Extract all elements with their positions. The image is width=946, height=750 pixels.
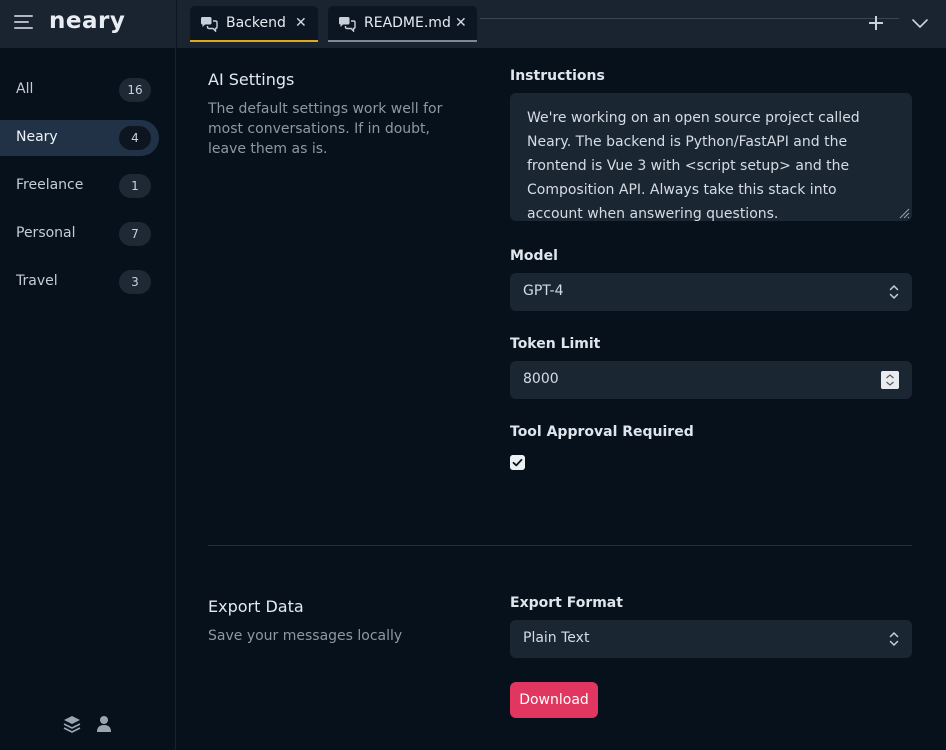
section-divider (208, 545, 912, 546)
instructions-textarea[interactable]: We're working on an open source project … (510, 93, 912, 222)
tab-label: Backend (226, 15, 286, 31)
top-bar: neary Backend ✕ README.md ✕ (0, 0, 946, 48)
export-format-label: Export Format (510, 595, 623, 611)
select-arrows-icon (889, 631, 899, 647)
export-data-title: Export Data (208, 597, 304, 616)
tool-approval-label: Tool Approval Required (510, 424, 694, 440)
app-logo: neary (49, 8, 126, 34)
sidebar-item-label: Travel (16, 273, 58, 289)
instructions-text: We're working on an open source project … (527, 110, 860, 222)
tool-approval-checkbox[interactable] (510, 455, 525, 470)
number-spinner-icon[interactable] (881, 371, 899, 389)
count-badge: 7 (119, 222, 151, 246)
sidebar-border (175, 48, 176, 750)
download-button[interactable]: Download (510, 682, 598, 718)
tab-label: README.md (364, 15, 451, 31)
ai-settings-description: The default settings work well for most … (208, 101, 443, 157)
token-limit-input[interactable]: 8000 (510, 361, 912, 399)
instructions-label: Instructions (510, 68, 605, 84)
layers-icon[interactable] (62, 714, 82, 734)
tabs-baseline (480, 18, 899, 19)
sidebar-item-label: Freelance (16, 177, 84, 193)
close-icon[interactable]: ✕ (295, 15, 307, 31)
count-badge: 3 (119, 270, 151, 294)
sidebar-item-label: Personal (16, 225, 76, 241)
sidebar-item-freelance[interactable]: Freelance 1 (0, 168, 159, 204)
export-format-selected-value: Plain Text (523, 630, 590, 646)
count-badge: 1 (119, 174, 151, 198)
token-limit-value: 8000 (523, 371, 559, 387)
app-window: neary Backend ✕ README.md ✕ All 16 Neary… (0, 0, 946, 750)
sidebar-item-neary[interactable]: Neary 4 (0, 120, 159, 156)
count-badge: 4 (119, 126, 151, 150)
token-limit-label: Token Limit (510, 336, 601, 352)
chevron-down-icon[interactable] (910, 13, 930, 33)
select-arrows-icon (889, 284, 899, 300)
sidebar-item-personal[interactable]: Personal 7 (0, 216, 159, 252)
topbar-divider (176, 0, 177, 48)
sidebar-item-label: All (16, 81, 34, 97)
tab-readme[interactable]: README.md ✕ (328, 6, 477, 42)
resize-handle-icon[interactable] (898, 207, 910, 219)
model-selected-value: GPT-4 (523, 283, 564, 299)
plus-icon[interactable] (867, 12, 887, 32)
user-icon[interactable] (94, 714, 114, 734)
menu-icon[interactable] (14, 15, 34, 33)
sidebar-item-all[interactable]: All 16 (0, 72, 159, 108)
count-badge: 16 (119, 78, 151, 102)
model-label: Model (510, 248, 558, 264)
chat-bubbles-icon (339, 17, 356, 32)
export-format-select[interactable]: Plain Text (510, 620, 912, 658)
close-icon[interactable]: ✕ (455, 15, 467, 31)
tab-backend[interactable]: Backend ✕ (190, 6, 318, 42)
export-data-description: Save your messages locally (208, 628, 403, 644)
sidebar-item-label: Neary (16, 129, 58, 145)
ai-settings-title: AI Settings (208, 70, 295, 89)
model-select[interactable]: GPT-4 (510, 273, 912, 311)
chat-bubbles-icon (201, 17, 218, 32)
sidebar-item-travel[interactable]: Travel 3 (0, 264, 159, 300)
